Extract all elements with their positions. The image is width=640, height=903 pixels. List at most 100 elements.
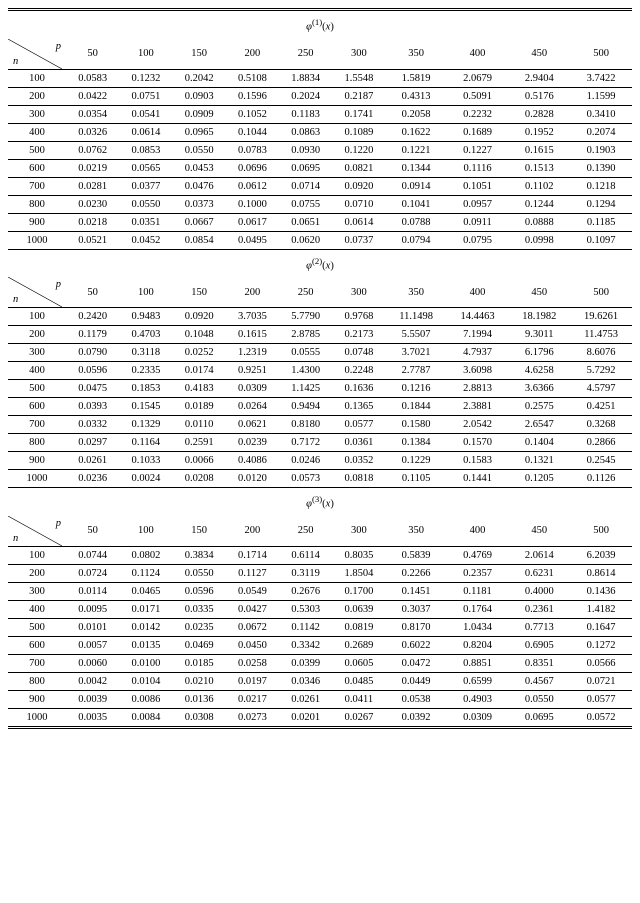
data-cell: 0.0617 [226,213,279,231]
col-header: 350 [386,277,447,308]
data-cell: 8.6076 [570,344,632,362]
data-cell: 2.0614 [508,546,570,564]
data-cell: 0.0788 [386,213,447,231]
data-cell: 0.1232 [119,69,172,87]
data-cell: 0.1545 [119,398,172,416]
data-cell: 0.1583 [447,452,509,470]
data-cell: 0.1205 [508,470,570,488]
data-cell: 0.1124 [119,564,172,582]
data-cell: 0.0577 [332,416,385,434]
data-cell: 2.0679 [447,69,509,87]
data-cell: 0.1041 [386,195,447,213]
data-cell: 0.0351 [119,213,172,231]
data-cell: 0.2042 [173,69,226,87]
data-cell: 0.0217 [226,690,279,708]
table-row: 4000.03260.06140.09650.10440.08630.10890… [8,123,632,141]
data-cell: 0.1451 [386,582,447,600]
data-cell: 0.2266 [386,564,447,582]
data-cell: 0.0790 [66,344,119,362]
data-cell: 0.0550 [173,141,226,159]
data-cell: 0.0620 [279,231,332,249]
data-cell: 0.7713 [508,618,570,636]
data-cell: 0.0104 [119,672,172,690]
section-title: φ(1)(x) [8,10,632,39]
table-row: 8000.02970.11640.25910.02390.71720.03610… [8,434,632,452]
data-cell: 0.0297 [66,434,119,452]
data-cell: 19.6261 [570,308,632,326]
data-cell: 0.0392 [386,708,447,727]
data-cell: 0.0309 [447,708,509,727]
data-cell: 0.2591 [173,434,226,452]
data-cell: 0.0422 [66,87,119,105]
data-cell: 0.0361 [332,434,385,452]
data-cell: 0.1105 [386,470,447,488]
col-axis-label: p [56,279,61,290]
data-cell: 0.0639 [332,600,385,618]
data-cell: 0.4703 [119,326,172,344]
data-cell: 0.0100 [119,654,172,672]
data-cell: 0.0819 [332,618,385,636]
data-cell: 0.0352 [332,452,385,470]
data-cell: 0.3268 [570,416,632,434]
data-cell: 0.1227 [447,141,509,159]
data-cell: 7.1994 [447,326,509,344]
data-cell: 1.5819 [386,69,447,87]
data-cell: 2.8785 [279,326,332,344]
row-header: 900 [8,452,66,470]
data-cell: 0.0724 [66,564,119,582]
data-cell: 0.9494 [279,398,332,416]
data-cell: 0.2828 [508,105,570,123]
data-cell: 0.0465 [119,582,172,600]
row-header: 400 [8,600,66,618]
table-row: 6000.03930.15450.01890.02640.94940.13650… [8,398,632,416]
col-header: 250 [279,516,332,547]
data-cell: 14.4463 [447,308,509,326]
data-cell: 0.2058 [386,105,447,123]
data-cell: 0.0185 [173,654,226,672]
data-cell: 0.1622 [386,123,447,141]
section-title: φ(2)(x) [8,249,632,277]
row-header: 500 [8,380,66,398]
data-cell: 0.0572 [570,708,632,727]
data-cell: 0.0566 [570,654,632,672]
table-row: 1000.05830.12320.20420.51081.88341.55481… [8,69,632,87]
col-header: 500 [570,39,632,70]
data-cell: 0.0794 [386,231,447,249]
col-header: 200 [226,277,279,308]
data-cell: 0.1179 [66,326,119,344]
data-cell: 5.7292 [570,362,632,380]
col-axis-label: p [56,518,61,529]
data-cell: 0.3119 [279,564,332,582]
data-cell: 0.0818 [332,470,385,488]
data-cell: 0.0550 [508,690,570,708]
data-cell: 0.0235 [173,618,226,636]
table-row: 3000.01140.04650.05960.05490.26760.17000… [8,582,632,600]
row-header: 700 [8,654,66,672]
data-cell: 4.7937 [447,344,509,362]
data-cell: 0.0802 [119,546,172,564]
data-cell: 0.2689 [332,636,385,654]
row-header: 300 [8,582,66,600]
data-cell: 0.0427 [226,600,279,618]
data-cell: 0.1272 [570,636,632,654]
data-cell: 0.8614 [570,564,632,582]
table-row: 6000.02190.05650.04530.06960.06950.08210… [8,159,632,177]
data-cell: 0.1216 [386,380,447,398]
data-cell: 3.6366 [508,380,570,398]
data-cell: 18.1982 [508,308,570,326]
data-cell: 0.1221 [386,141,447,159]
data-cell: 0.0120 [226,470,279,488]
data-cell: 0.0057 [66,636,119,654]
table-row: 9000.00390.00860.01360.02170.02610.04110… [8,690,632,708]
data-cell: 4.6258 [508,362,570,380]
data-cell: 0.0252 [173,344,226,362]
col-header: 350 [386,39,447,70]
row-header: 600 [8,636,66,654]
data-cell: 0.0914 [386,177,447,195]
row-header: 800 [8,672,66,690]
col-axis-label: p [56,41,61,52]
data-cell: 0.0476 [173,177,226,195]
data-cell: 0.1636 [332,380,385,398]
col-header: 350 [386,516,447,547]
data-cell: 0.5108 [226,69,279,87]
